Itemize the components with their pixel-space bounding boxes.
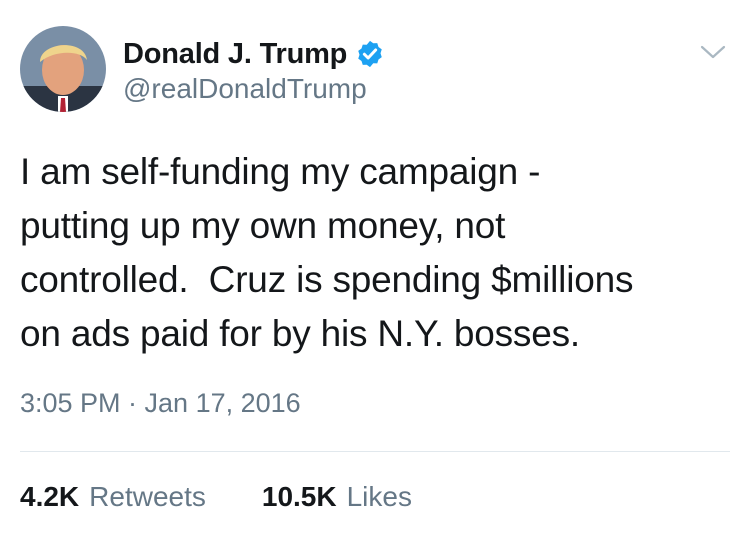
tweet-timestamp[interactable]: 3:05 PM · Jan 17, 2016 xyxy=(20,388,301,419)
avatar-image xyxy=(20,26,106,112)
likes-count: 10.5K xyxy=(261,481,337,512)
likes-label: Likes xyxy=(346,481,412,512)
retweets-stat[interactable]: 4.2K Retweets xyxy=(20,481,206,513)
display-name[interactable]: Donald J. Trump xyxy=(123,38,347,71)
divider xyxy=(20,451,730,452)
user-handle[interactable]: @realDonaldTrump xyxy=(123,73,367,105)
retweets-count: 4.2K xyxy=(20,481,80,512)
retweets-label: Retweets xyxy=(89,481,206,512)
avatar[interactable] xyxy=(20,26,106,112)
verified-badge-icon xyxy=(355,39,385,69)
user-name-row: Donald J. Trump xyxy=(123,36,385,72)
tweet-stats: 4.2K Retweets 10.5K Likes xyxy=(20,481,412,513)
chevron-down-icon[interactable] xyxy=(698,40,728,64)
likes-stat[interactable]: 10.5K Likes xyxy=(262,481,412,513)
tweet-card: Donald J. Trump @realDonaldTrump I am se… xyxy=(0,0,750,539)
tweet-text: I am self-funding my campaign - putting … xyxy=(20,151,634,354)
